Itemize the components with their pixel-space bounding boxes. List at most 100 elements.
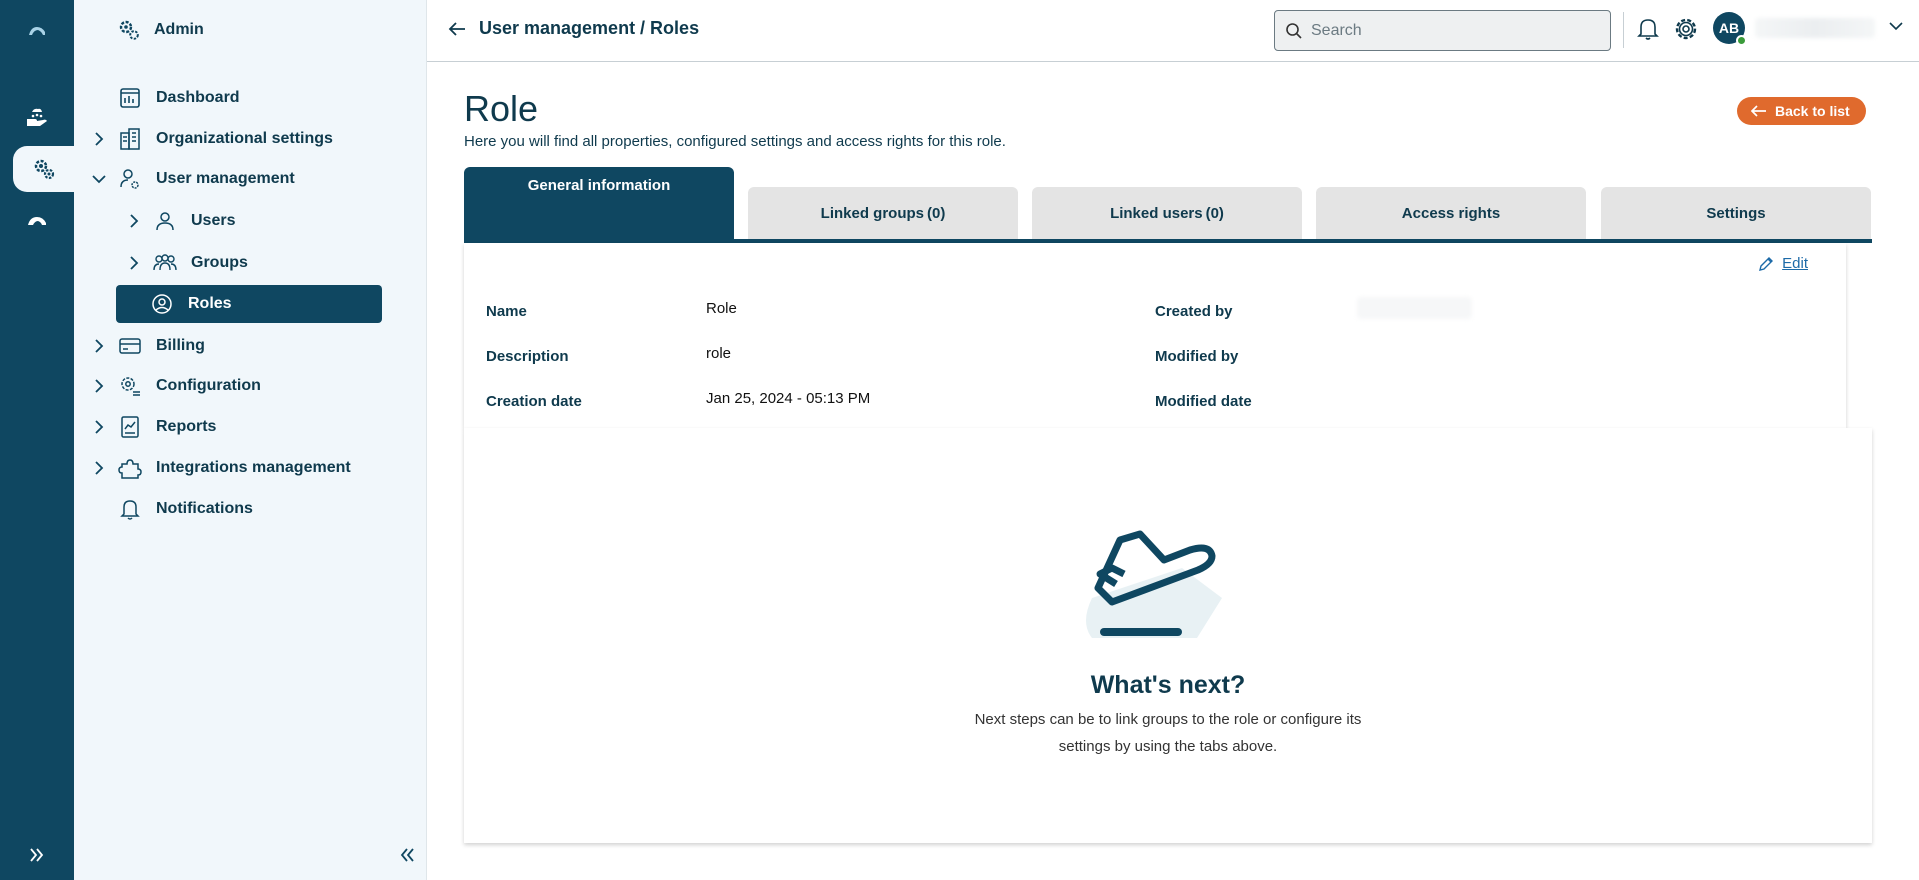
chevron-right-icon[interactable] bbox=[123, 256, 145, 270]
tab-label: Access rights bbox=[1401, 204, 1501, 222]
double-chevron-left-icon bbox=[400, 848, 414, 862]
cloud-logo-icon[interactable] bbox=[0, 8, 74, 54]
sidebar-item-roles[interactable]: Roles bbox=[116, 285, 382, 323]
double-chevron-right-icon bbox=[30, 848, 44, 862]
cloud-icon[interactable] bbox=[0, 198, 74, 244]
sidebar-item-label: Users bbox=[191, 212, 236, 229]
sidebar-item-label: Groups bbox=[191, 254, 248, 271]
puzzle-icon bbox=[116, 454, 144, 482]
user-gear-icon bbox=[116, 165, 144, 193]
sidebar-item-organizational-settings[interactable]: Organizational settings bbox=[88, 120, 333, 158]
topbar-divider bbox=[1623, 12, 1624, 48]
created-by-label: Created by bbox=[1155, 303, 1233, 320]
name-value: Role bbox=[706, 300, 737, 317]
sidebar-item-label: Reports bbox=[156, 418, 217, 435]
chevron-right-icon[interactable] bbox=[88, 339, 110, 353]
search-icon bbox=[1286, 22, 1302, 39]
sidebar-item-label: Notifications bbox=[156, 500, 253, 517]
tab-label: Settings bbox=[1706, 204, 1766, 222]
user-circle-icon bbox=[148, 290, 176, 318]
tab-label: Linked users (0) bbox=[1110, 204, 1224, 222]
tab-label: General information bbox=[527, 177, 671, 194]
hand-cloud-icon[interactable] bbox=[0, 94, 74, 140]
sidebar-item-user-management[interactable]: User management bbox=[88, 160, 295, 198]
sidebar-item-label: Integrations management bbox=[156, 459, 351, 476]
app-rail bbox=[0, 0, 74, 880]
notifications-bell-icon[interactable] bbox=[1633, 14, 1663, 44]
chevron-down-icon[interactable] bbox=[1889, 18, 1903, 36]
breadcrumb: User management / Roles bbox=[447, 18, 699, 39]
admin-gear-icon bbox=[119, 20, 139, 40]
settings-gear-icon[interactable] bbox=[1671, 14, 1701, 44]
avatar[interactable]: AB bbox=[1713, 12, 1747, 46]
chevron-right-icon[interactable] bbox=[123, 214, 145, 228]
configuration-icon bbox=[116, 372, 144, 400]
chevron-right-icon[interactable] bbox=[88, 461, 110, 475]
sidebar-item-users[interactable]: Users bbox=[123, 202, 235, 240]
sidebar-item-billing[interactable]: Billing bbox=[88, 327, 205, 365]
tab-label: Linked groups (0) bbox=[820, 204, 946, 222]
tab-linked-groups[interactable]: Linked groups (0) bbox=[748, 187, 1018, 239]
description-label: Description bbox=[486, 348, 569, 365]
sidebar-item-label: Billing bbox=[156, 337, 205, 354]
online-status-dot bbox=[1736, 35, 1747, 46]
sidebar-title: Admin bbox=[154, 21, 204, 38]
top-bar: User management / Roles AB bbox=[427, 0, 1919, 62]
pencil-icon bbox=[1759, 256, 1774, 271]
sidebar-item-dashboard[interactable]: Dashboard bbox=[116, 79, 240, 117]
tab-settings[interactable]: Settings bbox=[1601, 187, 1871, 239]
tab-general-information[interactable]: General information bbox=[464, 167, 734, 239]
avatar-initials: AB bbox=[1718, 20, 1740, 36]
edit-label: Edit bbox=[1782, 255, 1808, 272]
chevron-down-icon[interactable] bbox=[88, 174, 110, 184]
sidebar-item-label: Roles bbox=[188, 295, 232, 312]
sidebar-item-label: Organizational settings bbox=[156, 130, 333, 147]
search-box[interactable] bbox=[1274, 10, 1611, 51]
page-title: Role bbox=[464, 88, 539, 129]
tab-access-rights[interactable]: Access rights bbox=[1316, 187, 1586, 239]
modified-date-label: Modified date bbox=[1155, 393, 1252, 410]
bell-icon bbox=[116, 495, 144, 523]
back-arrow-icon[interactable] bbox=[447, 20, 467, 38]
creation-date-label: Creation date bbox=[486, 393, 582, 410]
dashboard-icon bbox=[116, 84, 144, 112]
sidebar-item-label: Configuration bbox=[156, 377, 261, 394]
chevron-right-icon[interactable] bbox=[88, 379, 110, 393]
user-name-redacted[interactable] bbox=[1755, 18, 1875, 38]
sidebar-header: Admin bbox=[116, 17, 204, 43]
sidebar-item-integrations-management[interactable]: Integrations management bbox=[88, 449, 351, 487]
sidebar-item-groups[interactable]: Groups bbox=[123, 244, 248, 282]
airplane-takeoff-icon bbox=[1086, 530, 1222, 638]
reports-icon bbox=[116, 413, 144, 441]
sidebar-item-configuration[interactable]: Configuration bbox=[88, 367, 261, 405]
created-by-value-redacted bbox=[1357, 297, 1472, 319]
sidebar-item-notifications[interactable]: Notifications bbox=[116, 490, 253, 528]
user-icon bbox=[151, 207, 179, 235]
tab-bar: General information Linked groups (0) Li… bbox=[464, 167, 1872, 243]
name-label: Name bbox=[486, 303, 527, 320]
whats-next-text: Next steps can be to link groups to the … bbox=[974, 711, 1362, 755]
chevron-right-icon[interactable] bbox=[88, 132, 110, 146]
back-to-list-button[interactable]: Back to list bbox=[1737, 97, 1866, 125]
group-icon bbox=[151, 249, 179, 277]
back-to-list-label: Back to list bbox=[1775, 103, 1850, 119]
sidebar: Admin Dashboard Organizational settings … bbox=[74, 0, 427, 880]
edit-link[interactable]: Edit bbox=[1758, 255, 1808, 272]
modified-by-label: Modified by bbox=[1155, 348, 1239, 365]
general-information-card: Edit Name Role Description role Creation… bbox=[464, 243, 1846, 428]
page-subtitle: Here you will find all properties, confi… bbox=[464, 133, 1006, 150]
search-input[interactable] bbox=[1311, 21, 1591, 40]
arrow-left-icon bbox=[1751, 105, 1766, 117]
gear-icon[interactable] bbox=[13, 146, 74, 192]
chevron-right-icon[interactable] bbox=[88, 420, 110, 434]
breadcrumb-text[interactable]: User management / Roles bbox=[479, 18, 699, 39]
collapse-sidebar-button[interactable] bbox=[394, 842, 420, 868]
sidebar-item-reports[interactable]: Reports bbox=[88, 408, 216, 446]
description-value: role bbox=[706, 345, 732, 362]
whats-next-title: What's next? bbox=[1090, 671, 1246, 699]
building-icon bbox=[116, 125, 144, 153]
whats-next-card: What's next? Next steps can be to link g… bbox=[464, 428, 1872, 843]
sidebar-item-label: Dashboard bbox=[156, 89, 240, 106]
expand-rail-button[interactable] bbox=[0, 830, 74, 880]
tab-linked-users[interactable]: Linked users (0) bbox=[1032, 187, 1302, 239]
